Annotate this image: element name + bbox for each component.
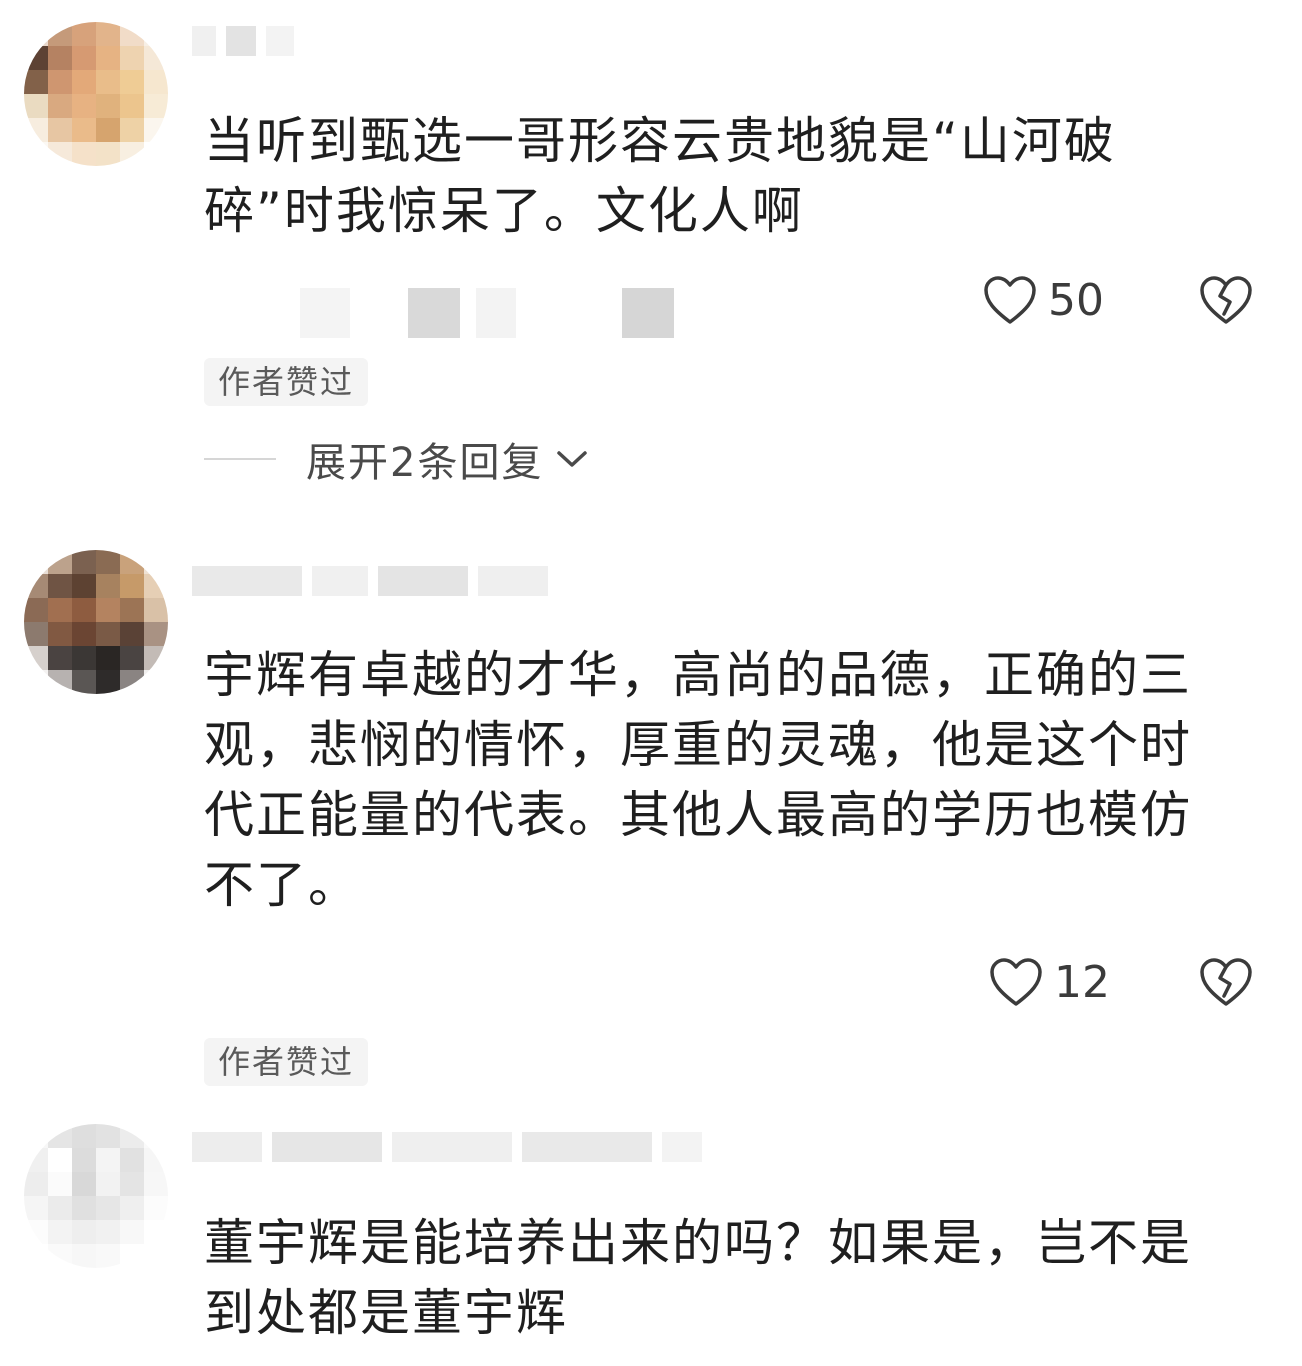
dislike-button[interactable] bbox=[1198, 956, 1254, 1008]
broken-heart-icon bbox=[1200, 958, 1252, 1006]
comment-text: 董宇辉是能培养出来的吗？如果是，岂不是到处都是董宇辉 bbox=[204, 1214, 1192, 1342]
author-liked-badge: 作者赞过 bbox=[204, 358, 369, 406]
comment-text: 宇辉有卓越的才华，高尚的品德，正确的三观，悲悯的情怀，厚重的灵魂，他是这个时代正… bbox=[204, 646, 1192, 914]
chevron-down-icon bbox=[557, 451, 588, 467]
like-count: 12 bbox=[1054, 956, 1110, 1008]
broken-heart-icon bbox=[1200, 276, 1252, 324]
heart-outline-icon bbox=[990, 958, 1042, 1006]
avatar[interactable] bbox=[24, 550, 168, 694]
username[interactable] bbox=[192, 1132, 702, 1162]
heart-outline-icon bbox=[984, 276, 1036, 324]
like-button[interactable]: 12 bbox=[988, 956, 1110, 1008]
divider-line bbox=[204, 458, 276, 460]
expand-replies-label: 展开2条回复 bbox=[306, 440, 544, 486]
username[interactable] bbox=[192, 26, 294, 56]
like-count: 50 bbox=[1048, 274, 1104, 326]
avatar[interactable] bbox=[24, 1124, 168, 1268]
username[interactable] bbox=[192, 566, 548, 596]
avatar[interactable] bbox=[24, 22, 168, 166]
expand-replies-button[interactable]: 展开2条回复 bbox=[204, 430, 589, 488]
author-liked-badge: 作者赞过 bbox=[204, 1038, 369, 1086]
comment-text: 当听到甄选一哥形容云贵地貌是“山河破碎”时我惊呆了。文化人啊 bbox=[204, 112, 1116, 240]
dislike-button[interactable] bbox=[1198, 274, 1254, 326]
like-button[interactable]: 50 bbox=[982, 274, 1104, 326]
